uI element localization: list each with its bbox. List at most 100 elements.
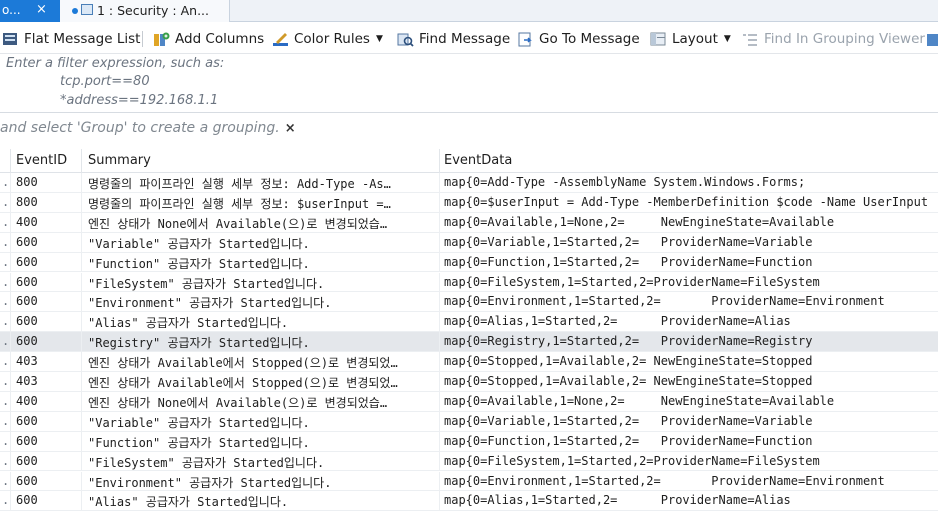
grid-header: EventID Summary EventData xyxy=(0,149,938,173)
cell-summary: "Variable" 공급자가 Started입니다. xyxy=(88,415,310,430)
flat-message-list-button[interactable]: Flat Message List xyxy=(2,29,140,49)
column-divider xyxy=(439,391,440,411)
cell-summary: 엔진 상태가 Available에서 Stopped(으)로 변경되었… xyxy=(88,376,398,390)
cell-eventid: 403 xyxy=(16,374,38,388)
column-divider xyxy=(81,471,82,491)
table-row[interactable]: ..403엔진 상태가 Available에서 Stopped(으)로 변경되었… xyxy=(0,372,938,392)
column-divider xyxy=(439,471,440,491)
find-in-grouping-viewer-button[interactable]: Find In Grouping Viewer xyxy=(742,29,925,49)
column-divider[interactable] xyxy=(439,149,440,173)
column-divider xyxy=(10,471,11,491)
cell-eventid: 600 xyxy=(16,234,38,249)
table-row[interactable]: ..600"Environment" 공급자가 Started입니다.map{0… xyxy=(0,292,938,313)
cell-eventdata: map{0=Variable,1=Started,2= ProviderName… xyxy=(444,413,813,428)
column-divider xyxy=(439,292,440,312)
table-row[interactable]: ..400엔진 상태가 None에서 Available(으)로 변경되었습…m… xyxy=(0,391,938,412)
cell-eventid: 400 xyxy=(16,214,38,229)
tab-previous[interactable]: o... × xyxy=(0,0,60,22)
column-divider xyxy=(439,192,440,212)
cell-summary: "Alias" 공급자가 Started입니다. xyxy=(88,495,289,510)
column-divider xyxy=(81,292,82,312)
column-divider xyxy=(81,332,82,352)
cell-eventdata: map{0=Available,1=None,2= NewEngineState… xyxy=(444,214,835,229)
column-divider[interactable] xyxy=(81,149,82,173)
cell-eventid: 600 xyxy=(16,294,38,309)
column-divider xyxy=(81,272,82,292)
cell-eventdata: map{0=$userInput = Add-Type -MemberDefin… xyxy=(444,194,929,209)
table-row[interactable]: ..600"Environment" 공급자가 Started입니다.map{0… xyxy=(0,471,938,492)
layout-button[interactable]: Layout ▼ xyxy=(650,29,731,49)
column-header-summary[interactable]: Summary xyxy=(88,153,151,168)
message-table-icon xyxy=(81,4,93,15)
go-to-message-button[interactable]: Go To Message xyxy=(517,29,640,49)
column-divider xyxy=(10,352,11,371)
go-to-message-icon xyxy=(517,31,534,48)
overflow-tool-button[interactable] xyxy=(926,29,938,49)
table-row[interactable]: ..600"Variable" 공급자가 Started입니다.map{0=Va… xyxy=(0,232,938,253)
table-row[interactable]: ..400엔진 상태가 None에서 Available(으)로 변경되었습…m… xyxy=(0,212,938,233)
table-row[interactable]: ..600"Alias" 공급자가 Started입니다.map{0=Alias… xyxy=(0,491,938,512)
table-row[interactable]: ..600"Function" 공급자가 Started입니다.map{0=Fu… xyxy=(0,252,938,273)
table-row[interactable]: ..800명령줄의 파이프라인 실행 세부 정보: Add-Type -As…m… xyxy=(0,173,938,193)
column-divider xyxy=(439,451,440,471)
column-header-eventid[interactable]: EventID xyxy=(16,153,67,168)
cell-summary: 엔진 상태가 None에서 Available(으)로 변경되었습… xyxy=(88,395,388,410)
column-divider xyxy=(81,491,82,511)
cell-summary: 엔진 상태가 Available에서 Stopped(으)로 변경되었… xyxy=(88,356,398,371)
cell-eventdata: map{0=Stopped,1=Available,2= NewEngineSt… xyxy=(444,374,813,388)
column-divider xyxy=(81,173,82,192)
cell-eventid: 403 xyxy=(16,354,38,369)
close-icon[interactable]: × xyxy=(285,121,296,136)
column-divider[interactable] xyxy=(10,149,11,173)
cell-summary: "Function" 공급자가 Started입니다. xyxy=(88,435,310,450)
cell-eventid: 600 xyxy=(16,413,38,428)
color-rules-label: Color Rules xyxy=(294,31,370,47)
chevron-down-icon: ▼ xyxy=(723,34,731,44)
cell-summary: "Environment" 공급자가 Started입니다. xyxy=(88,296,332,311)
find-in-grouping-viewer-label: Find In Grouping Viewer xyxy=(764,31,925,47)
column-divider xyxy=(10,232,11,252)
column-divider xyxy=(10,431,11,451)
cell-eventid: 800 xyxy=(16,175,38,189)
chevron-down-icon: ▼ xyxy=(375,34,383,44)
table-row[interactable]: ..600"Registry" 공급자가 Started입니다.map{0=Re… xyxy=(0,332,938,353)
tab-security[interactable]: 1 : Security : An... xyxy=(60,0,230,22)
column-divider xyxy=(439,212,440,232)
cell-eventdata: map{0=Stopped,1=Available,2= NewEngineSt… xyxy=(444,354,813,369)
cell-eventid: 600 xyxy=(16,274,38,289)
column-divider xyxy=(10,372,11,391)
cell-eventdata: map{0=Available,1=None,2= NewEngineState… xyxy=(444,393,835,408)
column-divider xyxy=(439,431,440,451)
table-row[interactable]: ..600"FileSystem" 공급자가 Started입니다.map{0=… xyxy=(0,451,938,472)
layout-label: Layout xyxy=(672,31,718,47)
column-divider xyxy=(439,252,440,272)
cell-summary: "Variable" 공급자가 Started입니다. xyxy=(88,236,310,251)
column-divider xyxy=(81,352,82,371)
filter-expression-input[interactable]: Enter a filter expression, such as: tcp.… xyxy=(0,55,938,113)
table-row[interactable]: ..600"FileSystem" 공급자가 Started입니다.map{0=… xyxy=(0,272,938,293)
table-row[interactable]: ..600"Function" 공급자가 Started입니다.map{0=Fu… xyxy=(0,431,938,452)
column-divider xyxy=(81,252,82,272)
cell-summary: "FileSystem" 공급자가 Started입니다. xyxy=(88,455,325,470)
add-columns-button[interactable]: Add Columns xyxy=(153,29,264,49)
table-row[interactable]: ..600"Variable" 공급자가 Started입니다.map{0=Va… xyxy=(0,411,938,432)
table-row[interactable]: ..800명령줄의 파이프라인 실행 세부 정보: $userInput =…m… xyxy=(0,192,938,213)
color-rules-button[interactable]: Color Rules ▼ xyxy=(272,29,383,49)
cell-eventid: 600 xyxy=(16,473,38,488)
column-divider xyxy=(81,391,82,411)
cell-summary: 명령줄의 파이프라인 실행 세부 정보: $userInput =… xyxy=(88,196,391,211)
toolbar: Flat Message List Add Columns Color Rule… xyxy=(0,22,938,54)
table-row[interactable]: ..403엔진 상태가 Available에서 Stopped(으)로 변경되었… xyxy=(0,352,938,372)
cell-eventdata: map{0=Environment,1=Started,2= ProviderN… xyxy=(444,294,885,309)
table-row[interactable]: ..600"Alias" 공급자가 Started입니다.map{0=Alias… xyxy=(0,312,938,333)
column-divider xyxy=(10,173,11,192)
cell-eventdata: map{0=Alias,1=Started,2= ProviderName=Al… xyxy=(444,314,791,329)
paint-brush-icon xyxy=(272,31,289,48)
cell-eventid: 600 xyxy=(16,314,38,329)
column-divider xyxy=(10,272,11,292)
close-icon[interactable]: × xyxy=(36,2,47,17)
column-divider xyxy=(81,192,82,212)
find-message-button[interactable]: Find Message xyxy=(397,29,510,49)
column-header-eventdata[interactable]: EventData xyxy=(444,153,512,168)
grouping-viewer-icon xyxy=(742,31,759,48)
